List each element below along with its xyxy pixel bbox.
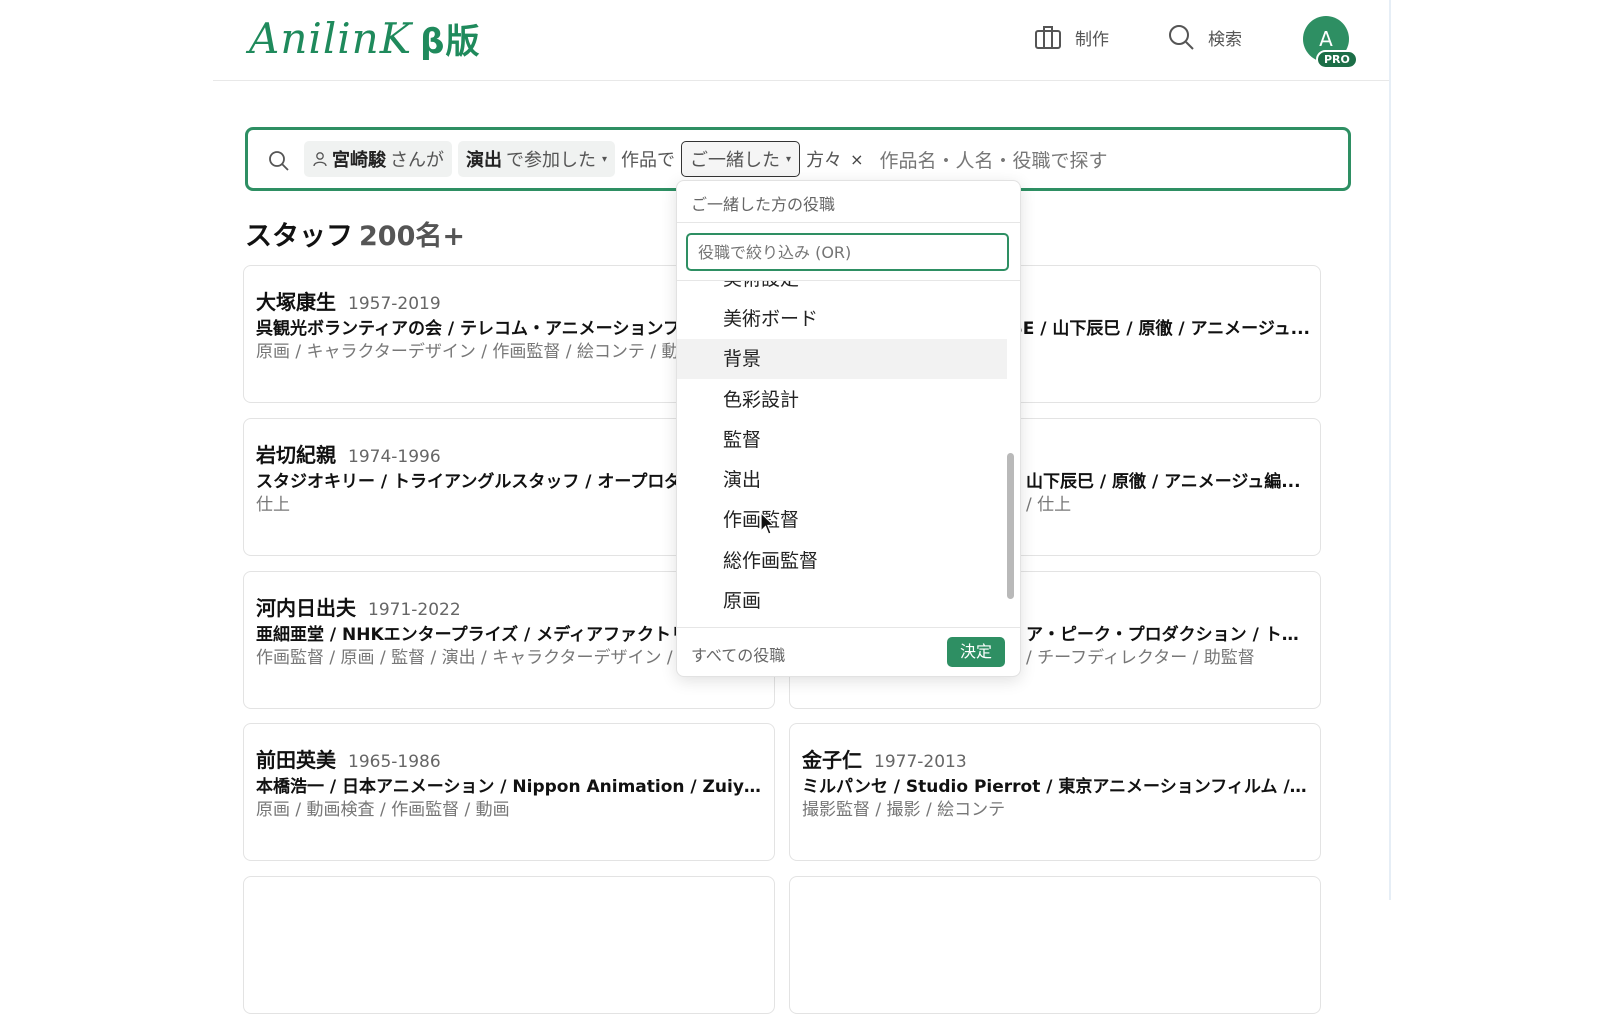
- card-name: 大塚康生: [256, 290, 336, 314]
- card-years: 1977-2013: [874, 752, 967, 772]
- staff-card[interactable]: [243, 876, 775, 1014]
- role-option[interactable]: 作画監督: [677, 500, 1007, 540]
- role-filter-input[interactable]: [686, 233, 1009, 271]
- role-option[interactable]: 総作画監督: [677, 541, 1007, 581]
- role-list[interactable]: 美術設定 美術ボード 背景 色彩設計 監督 演出 作画監督 総作画監督 原画: [677, 281, 1020, 627]
- divider: [677, 222, 1020, 223]
- logo[interactable]: AnilinK β版: [249, 14, 480, 63]
- scrollbar-thumb[interactable]: [1007, 453, 1014, 599]
- nav-production[interactable]: 制作: [1033, 22, 1109, 52]
- person-chip[interactable]: 宮崎駿 さんが: [304, 141, 452, 177]
- role-option[interactable]: 色彩設計: [677, 380, 1007, 420]
- nav-search-label: 検索: [1208, 29, 1242, 50]
- search-placeholder[interactable]: 作品名・人名・役職で探す: [879, 146, 1107, 173]
- card-years: 1965-1986: [348, 752, 441, 772]
- all-roles-link[interactable]: すべての役職: [691, 642, 785, 666]
- card-roles: / チーフディレクター / 助監督: [1026, 648, 1255, 668]
- dropdown-header: ご一緒した方の役職: [691, 195, 836, 214]
- role-option[interactable]: 背景: [677, 339, 1007, 379]
- role-name: 演出: [466, 150, 502, 171]
- chevron-down-icon: ▾: [602, 153, 608, 165]
- person-suffix: さんが: [390, 150, 444, 171]
- card-years: 1971-2022: [368, 600, 461, 620]
- mouse-cursor-icon: [760, 512, 776, 535]
- divider: [677, 627, 1020, 628]
- card-years: 1957-2019: [348, 294, 441, 314]
- card-studios: 山下辰巳 / 原徹 / アニメージュ編...: [1026, 472, 1301, 492]
- people-text: 方々: [806, 150, 843, 171]
- section-title: スタッフ 200名+: [245, 214, 465, 253]
- logo-text: AnilinK: [249, 14, 413, 63]
- briefcase-icon: [1035, 26, 1061, 49]
- search-chips: 宮崎駿 さんが 演出 で参加した ▾ 作品で ご一緒した ▾ 方々 × 作品名・人名・役…: [304, 141, 1107, 177]
- pro-badge: PRO: [1316, 50, 1358, 69]
- role-option[interactable]: 演出: [677, 460, 1007, 500]
- card-studios: ミルパンセ / Studio Pierrot / 東京アニメーションフィルム /…: [802, 777, 1312, 797]
- card-roles: 原画 / 動画検査 / 作画監督 / 動画: [256, 800, 510, 820]
- search-icon: [1169, 25, 1194, 50]
- card-name: 岩切紀親: [256, 443, 336, 467]
- staff-card[interactable]: [789, 876, 1321, 1014]
- card-studios: ア・ピーク・プロダクション / トム...: [1026, 625, 1310, 645]
- role-chip[interactable]: 演出 で参加した ▾: [458, 141, 616, 177]
- person-name: 宮崎駿: [332, 150, 386, 171]
- staff-count: 200名+: [359, 221, 465, 252]
- card-name: 前田英美: [256, 748, 336, 772]
- card-name: 金子仁: [802, 748, 862, 772]
- card-studios: SE / 山下辰巳 / 原徹 / アニメージュ...: [1010, 319, 1311, 339]
- card-roles: / 仕上: [1026, 495, 1072, 515]
- logo-beta: β版: [420, 22, 481, 62]
- card-name: 河内日出夫: [256, 596, 356, 620]
- section-title-label: スタッフ: [245, 221, 353, 252]
- works-text: 作品で: [621, 150, 676, 171]
- header: AnilinK β版 制作 検索 A PRO: [213, 0, 1389, 81]
- confirm-button[interactable]: 決定: [947, 637, 1005, 667]
- card-roles: 撮影監督 / 撮影 / 絵コンテ: [802, 800, 1006, 820]
- staff-card[interactable]: 金子仁 1977-2013 ミルパンセ / Studio Pierrot / 東京…: [789, 723, 1321, 861]
- chevron-down-icon: ▾: [786, 153, 792, 165]
- search-icon: [269, 151, 289, 171]
- role-option[interactable]: 監督: [677, 420, 1007, 460]
- card-studios: 本橋浩一 / 日本アニメーション / Nippon Animation / Zu…: [256, 777, 766, 797]
- together-chip[interactable]: ご一緒した ▾: [681, 141, 801, 177]
- role-option[interactable]: 美術設定: [677, 281, 1007, 299]
- staff-card[interactable]: 前田英美 1965-1986 本橋浩一 / 日本アニメーション / Nippon …: [243, 723, 775, 861]
- close-icon[interactable]: ×: [850, 150, 863, 169]
- nav-production-label: 制作: [1075, 29, 1109, 50]
- together-label: ご一緒した: [690, 150, 781, 171]
- role-dropdown: ご一緒した方の役職 美術設定 美術ボード 背景 色彩設計 監督 演出 作画監督 …: [676, 180, 1021, 677]
- nav-search[interactable]: 検索: [1166, 22, 1242, 52]
- role-option[interactable]: 美術ボード: [677, 299, 1007, 339]
- role-suffix: で参加した: [506, 150, 596, 171]
- card-years: 1974-1996: [348, 447, 441, 467]
- role-option[interactable]: 原画: [677, 581, 1007, 621]
- person-icon: [313, 152, 327, 167]
